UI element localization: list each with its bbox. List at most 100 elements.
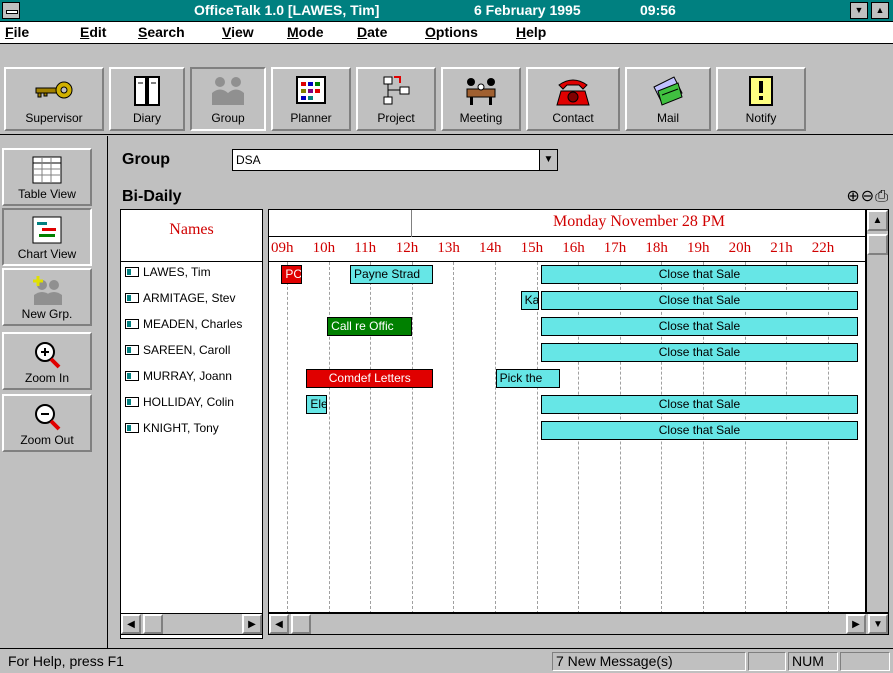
hour-label: 19h [687,240,710,256]
status-help-text: For Help, press F1 [8,653,124,669]
event-bar[interactable]: PC [281,265,303,284]
name-row[interactable]: HOLLIDAY, Colin [121,395,262,421]
chart-horizontal-scrollbar[interactable]: ◀ ▶ ▼ [268,613,889,635]
event-bar[interactable]: Ka [520,291,540,310]
menu-help[interactable]: Help [516,24,546,40]
person-name: KNIGHT, Tony [143,421,219,435]
key-icon [35,81,73,99]
names-horizontal-scrollbar[interactable]: ◀ ▶ [120,613,263,635]
window-title: OfficeTalk 1.0 [LAWES, Tim] [194,2,380,18]
hour-label: 20h [728,240,752,256]
event-bar[interactable]: Ele [306,395,328,414]
chevron-down-icon[interactable]: ▼ [539,150,557,170]
status-blank [748,652,786,671]
chart-scroll-thumb[interactable] [291,614,311,634]
event-bar[interactable]: Pick the [495,369,561,388]
status-messages[interactable]: 7 New Message(s) [552,652,746,671]
toolbar-project-button[interactable]: Project [356,67,436,131]
toolbar-group-label: Group [211,111,245,125]
menu-view[interactable]: View [222,24,254,40]
event-bar[interactable]: Close that Sale [541,291,858,310]
hour-gridline [495,262,496,612]
table-view-label: Table View [18,187,76,201]
name-row[interactable]: KNIGHT, Tony [121,421,262,447]
toolbar-meeting-button[interactable]: Meeting [441,67,521,131]
toolbar-diary-label: Diary [132,111,161,125]
menu-file[interactable]: File [5,24,29,40]
meeting-icon [466,78,496,105]
person-card-icon [125,345,139,355]
table-view-button[interactable]: Table View [2,148,92,206]
zoom-out-icon[interactable]: ⊖ [861,188,875,205]
chart-vertical-scrollbar[interactable]: ▲ [866,209,889,613]
hour-axis: 09h 10h 11h 12h 13h 14h 15h 16h 17h 18h 19h 20h 21h 2… [269,237,865,262]
zoom-out-label: Zoom Out [20,433,74,447]
hour-gridline [411,262,413,612]
names-scroll-thumb[interactable] [143,614,163,634]
event-bar[interactable]: Close that Sale [541,395,858,414]
event-bar[interactable]: Close that Sale [541,265,858,284]
name-row[interactable]: SAREEN, Caroll [121,343,262,369]
chart-view-button[interactable]: Chart View [2,208,92,266]
zoom-out-button[interactable]: Zoom Out [2,394,92,452]
hour-label: 12h [395,240,419,256]
menu-bar: File Edit Search View Mode Date Options … [0,22,893,44]
hour-label: 16h [562,240,585,256]
name-row[interactable]: MURRAY, Joann [121,369,262,395]
names-scroll-right-button[interactable]: ▶ [242,614,262,634]
event-bar[interactable]: Close that Sale [541,343,858,362]
names-panel: Names LAWES, Tim ARMITAGE, Stev MEADEN, Ch… [120,209,263,639]
menu-options[interactable]: Options [425,24,478,40]
event-bar[interactable]: Call re Offic [327,317,413,336]
title-bar: OfficeTalk 1.0 [LAWES, Tim] 6 February 1… [0,0,893,22]
zoom-in-button[interactable]: Zoom In [2,332,92,390]
event-bar[interactable]: Comdef Letters [306,369,434,388]
print-icon[interactable]: ⎙ [875,188,889,205]
toolbar-mail-button[interactable]: Mail [625,67,711,131]
telephone-icon [556,79,590,106]
menu-mode[interactable]: Mode [287,24,324,40]
group-select[interactable]: DSA ▼ [232,149,558,171]
scroll-up-button[interactable]: ▲ [867,210,888,231]
toolbar-diary-button[interactable]: Diary [109,67,185,131]
toolbar-group-button[interactable]: Group [190,67,266,131]
names-header: Names [121,210,262,262]
scroll-thumb[interactable] [867,234,888,255]
zoom-in-icon[interactable]: ⊕ [846,188,860,205]
toolbar-meeting-label: Meeting [459,111,503,125]
toolbar-supervisor-button[interactable]: Supervisor [4,67,104,131]
minimize-button[interactable]: ▼ [850,2,868,19]
menu-edit[interactable]: Edit [80,24,106,40]
chart-scroll-left-button[interactable]: ◀ [269,614,289,634]
person-card-icon [125,397,139,407]
event-bar[interactable]: Payne Strad [350,265,434,284]
toolbar-planner-button[interactable]: Planner [271,67,351,131]
event-bar[interactable]: Close that Sale [541,317,858,336]
toolbar-contact-button[interactable]: Contact [526,67,620,131]
maximize-button[interactable]: ▲ [871,2,889,19]
menu-search[interactable]: Search [138,24,185,40]
toolbar-project-label: Project [377,111,415,125]
status-blank-2 [840,652,890,671]
person-name: SAREEN, Caroll [143,343,231,357]
scroll-down-button[interactable]: ▼ [868,614,888,634]
name-row[interactable]: MEADEN, Charles [121,317,262,343]
name-row[interactable]: LAWES, Tim [121,265,262,291]
names-scroll-left-button[interactable]: ◀ [121,614,141,634]
system-menu-button[interactable] [2,2,20,19]
title-date: 6 February 1995 [474,2,581,18]
toolbar-mail-label: Mail [656,111,679,125]
toolbar: Supervisor Diary Group Planner Project M… [0,45,893,135]
person-card-icon [125,423,139,433]
person-card-icon [125,267,139,277]
toolbar-notify-button[interactable]: Notify [716,67,806,131]
chart-scroll-right-button[interactable]: ▶ [846,614,866,634]
view-title: Bi-Daily [122,188,182,205]
person-name: MURRAY, Joann [143,369,232,383]
name-row[interactable]: ARMITAGE, Stev [121,291,262,317]
person-name: MEADEN, Charles [143,317,243,331]
menu-date[interactable]: Date [357,24,387,40]
new-group-button[interactable]: New Grp. [2,268,92,326]
event-bar[interactable]: Close that Sale [541,421,858,440]
hour-gridline [328,262,330,612]
